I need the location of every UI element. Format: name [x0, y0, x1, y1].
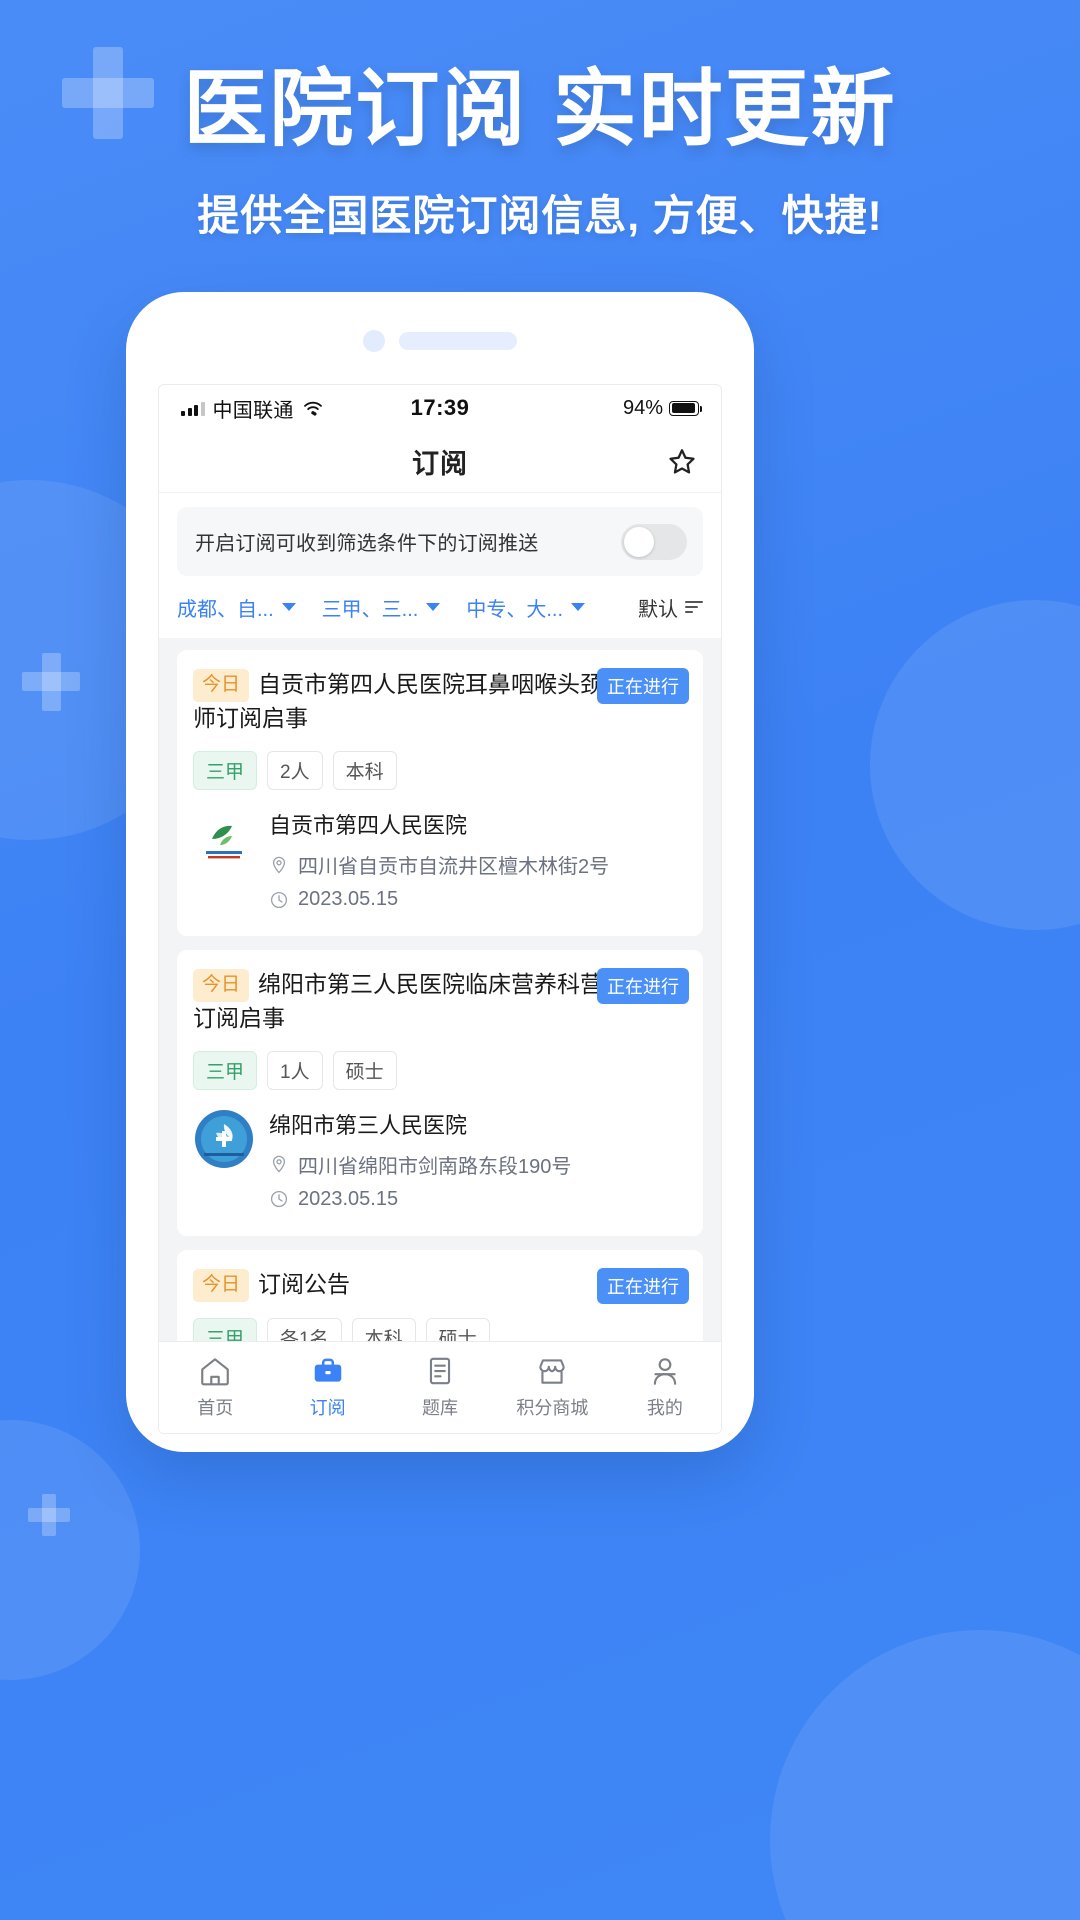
subscription-list[interactable]: 正在进行 今日自贡市第四人民医院耳鼻咽喉头颈外科技师订阅启事 三甲 2人 本科	[159, 638, 721, 1341]
subscribe-banner[interactable]: 开启订阅可收到筛选条件下的订阅推送	[177, 507, 703, 577]
tab-home[interactable]: 首页	[159, 1355, 271, 1420]
phone-screen: 中国联通 17:39 94% 订阅 开启订阅可收到筛选条件下的订阅推送 成都、自…	[158, 384, 722, 1434]
tab-points-mall-label: 积分商城	[516, 1398, 589, 1418]
hospital-address: 四川省自贡市自流井区檀木林街2号	[298, 856, 610, 879]
hospital-logo-icon	[193, 1107, 255, 1170]
page-title: 订阅	[412, 449, 468, 479]
posted-date: 2023.05.15	[298, 888, 399, 911]
tab-subscription[interactable]: 订阅	[271, 1355, 383, 1420]
list-item[interactable]: 正在进行 今日 订阅公告 三甲 各1名 本科 硕士	[177, 1249, 703, 1341]
status-bar: 中国联通 17:39 94%	[159, 385, 721, 431]
filter-level[interactable]: 三甲、三...	[322, 593, 441, 622]
phone-notch	[126, 330, 754, 352]
filter-education-label: 中专、大...	[466, 598, 564, 621]
filter-region-label: 成都、自...	[177, 598, 274, 621]
phone-mockup: 中国联通 17:39 94% 订阅 开启订阅可收到筛选条件下的订阅推送 成都、自…	[126, 292, 754, 1452]
clock-icon	[270, 891, 288, 908]
camera-dot-icon	[363, 330, 385, 352]
promo-subline: 提供全国医院订阅信息, 方便、快捷!	[197, 192, 883, 239]
tag-list: 三甲 各1名 本科 硕士	[193, 1317, 687, 1341]
hospital-name: 自贡市第四人民医院	[269, 813, 468, 839]
home-icon	[201, 1358, 230, 1386]
status-badge: 正在进行	[597, 968, 689, 1005]
decorative-circle	[0, 1420, 140, 1680]
tag-degree-alt: 硕士	[425, 1317, 490, 1341]
tag-level: 三甲	[193, 751, 258, 791]
decorative-circle	[870, 600, 1080, 930]
tab-question-bank[interactable]: 题库	[384, 1355, 496, 1420]
user-icon	[653, 1358, 676, 1385]
filter-region[interactable]: 成都、自...	[177, 593, 296, 622]
status-badge: 正在进行	[597, 668, 689, 705]
sort-label: 默认	[638, 598, 678, 621]
address-row: 四川省自贡市自流井区檀木林街2号	[269, 850, 687, 879]
filter-level-label: 三甲、三...	[321, 598, 419, 621]
hospital-info: 自贡市第四人民医院 四川省自贡市自流井区檀木林街2号 2023.05.15	[269, 808, 687, 920]
document-icon	[429, 1357, 451, 1385]
chevron-down-icon	[426, 603, 441, 612]
location-pin-icon	[272, 1155, 286, 1173]
tag-degree: 硕士	[332, 1050, 397, 1090]
tag-level: 三甲	[193, 1050, 258, 1090]
hospital-logo-icon	[193, 808, 255, 871]
subscribe-toggle-switch[interactable]	[621, 523, 687, 560]
tab-home-label: 首页	[197, 1398, 234, 1418]
list-item[interactable]: 正在进行 今日绵阳市第三人民医院临床营养科营养医师订阅启事 三甲 1人 硕士	[177, 950, 703, 1236]
store-icon	[539, 1359, 566, 1384]
tab-profile-label: 我的	[646, 1398, 683, 1418]
hospital-info: 绵阳市第三人民医院 四川省绵阳市剑南路东段190号 2023.05.15	[269, 1108, 687, 1220]
battery-icon	[669, 400, 702, 416]
filter-education[interactable]: 中专、大...	[466, 593, 586, 622]
speaker-bar-icon	[399, 332, 517, 350]
promo-headline: 医院订阅 实时更新	[183, 62, 897, 156]
decorative-circle	[770, 1630, 1080, 1920]
hospital-block: 绵阳市第三人民医院 四川省绵阳市剑南路东段190号 2023.05.15	[193, 1107, 687, 1220]
card-title: 订阅公告	[258, 1270, 351, 1297]
tag-list: 三甲 1人 硕士	[193, 1050, 687, 1090]
tab-profile[interactable]: 我的	[609, 1355, 721, 1420]
tag-headcount: 2人	[267, 751, 323, 791]
filter-bar: 成都、自... 三甲、三... 中专、大... 默认	[159, 576, 721, 639]
tag-list: 三甲 2人 本科	[193, 751, 687, 791]
medical-cross-icon	[22, 652, 80, 711]
date-row: 2023.05.15	[269, 888, 687, 911]
tag-headcount: 1人	[267, 1050, 323, 1090]
status-bar-right: 94%	[622, 396, 702, 420]
address-row: 四川省绵阳市剑南路东段190号	[269, 1150, 687, 1179]
battery-percent-label: 94%	[622, 396, 663, 419]
app-navbar: 订阅	[159, 431, 721, 493]
briefcase-icon	[314, 1358, 341, 1382]
tab-points-mall[interactable]: 积分商城	[496, 1355, 608, 1420]
tag-headcount: 各1名	[267, 1317, 342, 1341]
today-badge: 今日	[193, 669, 250, 703]
sort-lines-icon	[685, 601, 703, 614]
medical-cross-icon	[28, 1494, 70, 1536]
bottom-tabbar: 首页 订阅 题库 积分商城 我的	[159, 1341, 721, 1433]
posted-date: 2023.05.15	[298, 1187, 399, 1210]
hospital-name: 绵阳市第三人民医院	[269, 1112, 468, 1138]
subscribe-banner-text: 开启订阅可收到筛选条件下的订阅推送	[195, 533, 539, 556]
date-row: 2023.05.15	[269, 1188, 687, 1211]
sort-control[interactable]: 默认	[638, 593, 703, 622]
list-item[interactable]: 正在进行 今日自贡市第四人民医院耳鼻咽喉头颈外科技师订阅启事 三甲 2人 本科	[177, 650, 703, 937]
tab-question-bank-label: 题库	[422, 1398, 459, 1418]
status-badge: 正在进行	[597, 1267, 689, 1304]
star-outline-icon[interactable]	[665, 445, 699, 479]
clock-icon	[270, 1191, 288, 1208]
chevron-down-icon	[281, 603, 296, 612]
tab-subscription-label: 订阅	[309, 1398, 346, 1418]
tag-degree: 本科	[351, 1317, 416, 1341]
location-pin-icon	[272, 856, 286, 874]
hospital-block: 自贡市第四人民医院 四川省自贡市自流井区檀木林街2号 2023.05.15	[193, 808, 687, 920]
today-badge: 今日	[193, 969, 250, 1002]
today-badge: 今日	[193, 1268, 250, 1302]
tag-level: 三甲	[193, 1317, 258, 1341]
chevron-down-icon	[571, 603, 586, 612]
hospital-address: 四川省绵阳市剑南路东段190号	[298, 1155, 572, 1178]
tag-degree: 本科	[332, 751, 397, 791]
